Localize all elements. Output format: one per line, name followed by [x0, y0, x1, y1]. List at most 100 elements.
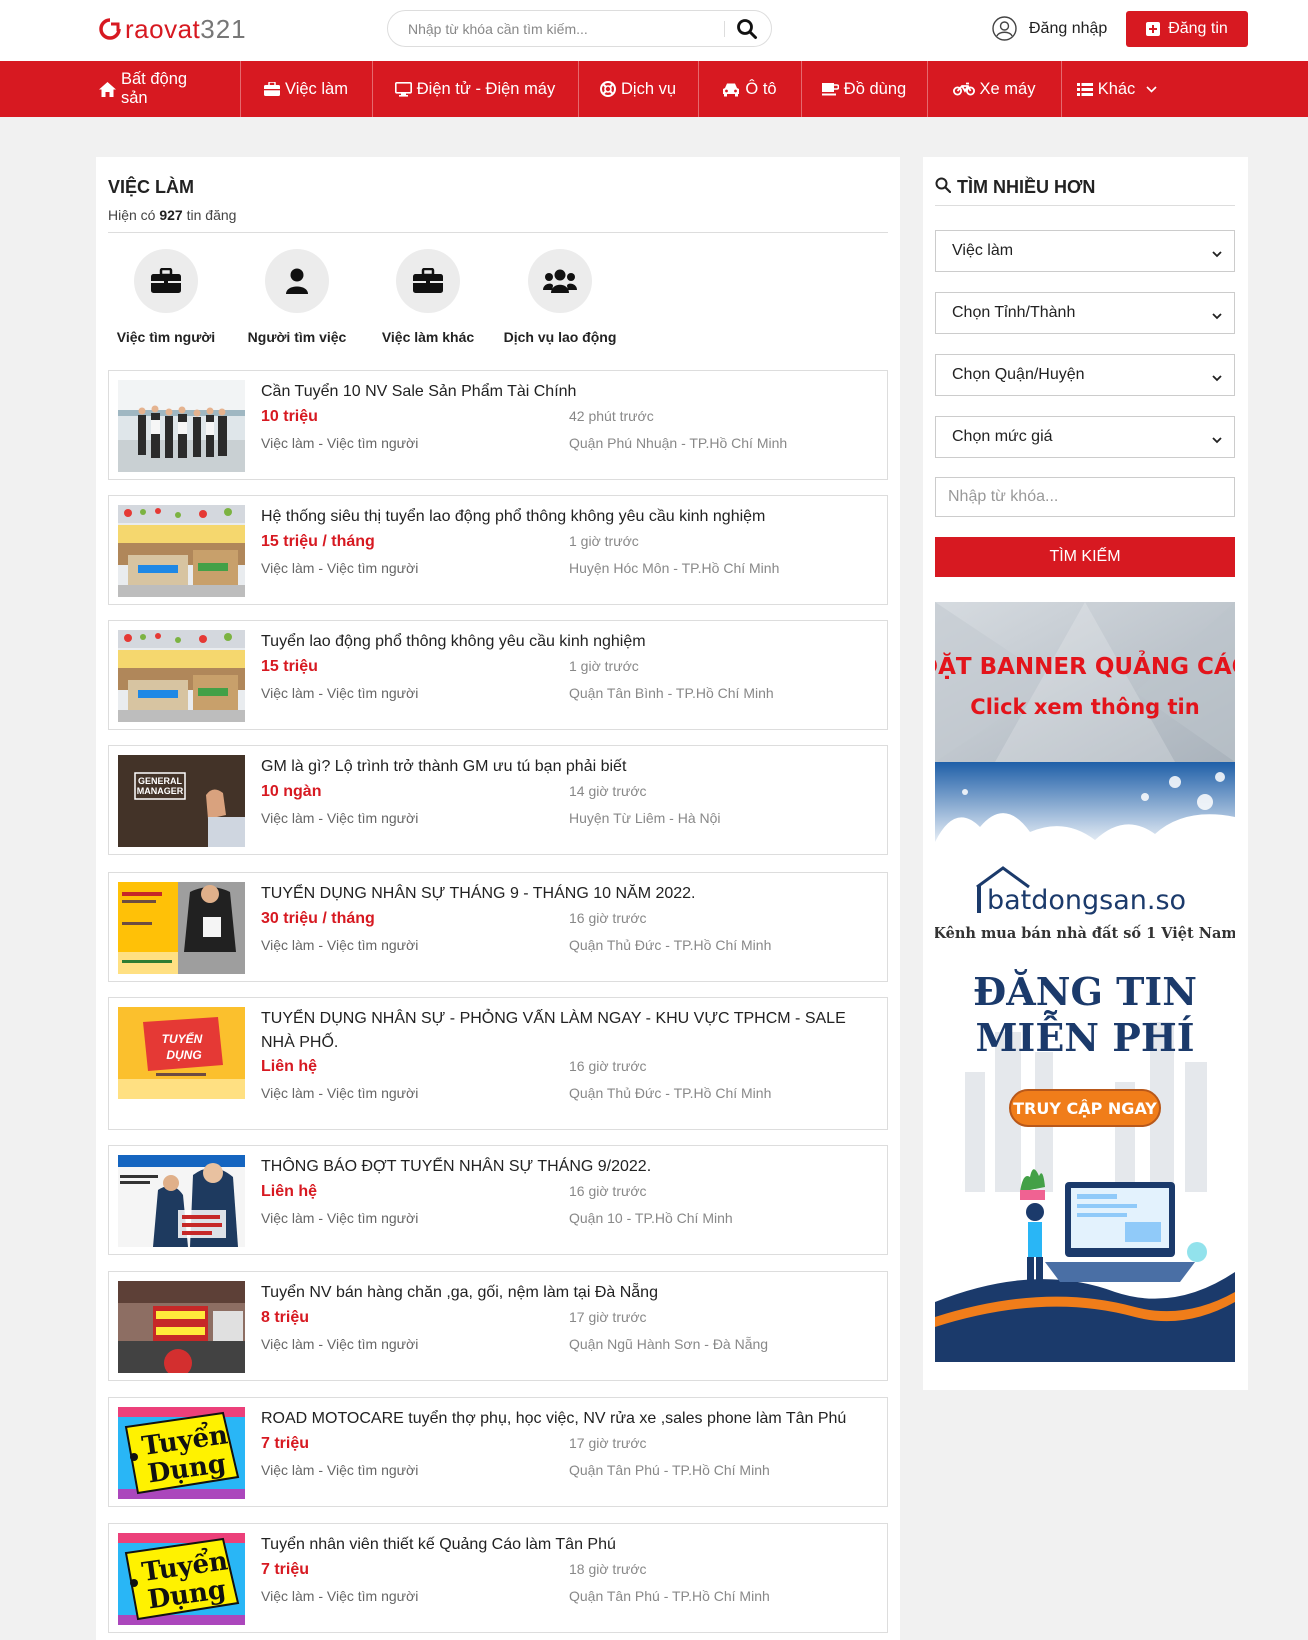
price-select[interactable]: Chọn mức giá	[935, 416, 1235, 458]
category-select[interactable]: Việc làm	[935, 230, 1235, 272]
nav-label: Đồ dùng	[843, 79, 907, 98]
listing-thumbnail[interactable]: GENERAL MANAGER	[118, 755, 245, 847]
divider	[935, 205, 1235, 206]
logo-mark-icon	[99, 18, 121, 40]
select-value: Chọn Quận/Huyện	[952, 366, 1085, 383]
category-dich-vu-lao-dong[interactable]: Dịch vụ lao động	[490, 249, 630, 345]
listing-title[interactable]: ROAD MOTOCARE tuyển thợ phụ, học việc, N…	[261, 1407, 861, 1431]
listing-card[interactable]: Tuyển Dụng Tuyển nhân viên thiết kế Quảng…	[108, 1523, 888, 1633]
thumb-text: MANAGER	[137, 786, 184, 796]
listing-thumbnail[interactable]	[118, 505, 245, 597]
count-value: 927	[159, 207, 183, 223]
nav-item-dien-tu[interactable]: Điện tử - Điện máy	[372, 61, 578, 117]
listing-location: Quận Tân Phú - TP.Hồ Chí Minh	[569, 1462, 770, 1478]
listing-title[interactable]: Tuyển nhân viên thiết kế Quảng Cáo làm T…	[261, 1533, 861, 1557]
keyword-input[interactable]	[948, 488, 1218, 506]
post-ad-label: Đăng tin	[1168, 20, 1228, 37]
listing-time: 16 giờ trước	[569, 910, 647, 926]
listing-category: Việc làm - Việc tìm người	[261, 435, 419, 451]
keyword-field	[935, 477, 1235, 517]
site-logo[interactable]: raovat321	[99, 14, 247, 44]
nav-item-o-to[interactable]: Ô tô	[698, 61, 801, 117]
sidebar-title-text: TÌM NHIỀU HƠN	[957, 177, 1096, 197]
category-viec-tim-nguoi[interactable]: Việc tìm người	[96, 249, 236, 345]
banner-brand: batdongsan.so	[987, 885, 1186, 916]
listing-card[interactable]: Tuyển Dụng ROAD MOTOCARE tuyển thợ phụ, h…	[108, 1397, 888, 1507]
nav-item-xe-may[interactable]: Xe máy	[927, 61, 1061, 117]
nav-label: Dịch vụ	[620, 79, 677, 98]
listing-title[interactable]: Hệ thống siêu thị tuyển lao động phổ thô…	[261, 505, 861, 529]
sidebar: TÌM NHIỀU HƠN Việc làm Chọn Tỉnh/Thành C…	[923, 157, 1248, 1390]
nav-label: Xe máy	[979, 79, 1036, 98]
motorbike-icon	[952, 82, 975, 96]
login-link[interactable]: Đăng nhập	[992, 16, 1107, 41]
nav-label: Bất động sản	[121, 70, 188, 107]
listing-price: 30 triệu / tháng	[261, 910, 375, 927]
province-select[interactable]: Chọn Tỉnh/Thành	[935, 292, 1235, 334]
listing-thumbnail[interactable]	[118, 380, 245, 472]
listing-title[interactable]: Tuyển lao động phổ thông không yêu cầu k…	[261, 630, 861, 654]
nav-item-khac[interactable]: Khác	[1061, 61, 1173, 117]
listing-category: Việc làm - Việc tìm người	[261, 810, 419, 826]
chevron-down-icon	[1146, 85, 1157, 93]
listing-price: Liên hệ	[261, 1183, 318, 1200]
category-nguoi-tim-viec[interactable]: Người tìm việc	[227, 249, 367, 345]
sidebar-search-button[interactable]: TÌM KIẾM	[935, 537, 1235, 577]
thumb-text: DỤNG	[166, 1048, 201, 1062]
main-panel: VIỆC LÀM Hiện có 927 tin đăng Việc tìm n…	[96, 157, 900, 1640]
listing-price: 10 ngàn	[261, 783, 322, 800]
listing-thumbnail[interactable]	[118, 1281, 245, 1373]
post-ad-button[interactable]: Đăng tin	[1126, 11, 1248, 47]
listing-card[interactable]: THÔNG BÁO ĐỢT TUYỂN NHÂN SỰ THÁNG 9/2022…	[108, 1145, 888, 1255]
category-viec-lam-khac[interactable]: Việc làm khác	[358, 249, 498, 345]
listing-time: 14 giờ trước	[569, 783, 647, 799]
nav-item-bat-dong-san[interactable]: Bất động sản	[99, 61, 217, 117]
monitor-icon	[394, 81, 412, 97]
listing-time: 1 giờ trước	[569, 533, 639, 549]
listing-time: 16 giờ trước	[569, 1058, 647, 1074]
select-value: Chọn Tỉnh/Thành	[952, 304, 1076, 321]
listing-location: Huyện Từ Liêm - Hà Nội	[569, 810, 721, 826]
listing-thumbnail[interactable]	[118, 1155, 245, 1247]
banner-line2: Click xem thông tin	[970, 695, 1199, 719]
search-icon[interactable]	[736, 18, 760, 40]
nav-item-viec-lam[interactable]: Việc làm	[240, 61, 372, 117]
district-select[interactable]: Chọn Quận/Huyện	[935, 354, 1235, 396]
search-input[interactable]	[408, 19, 718, 39]
select-value: Chọn mức giá	[952, 428, 1053, 445]
listing-thumbnail[interactable]: TUYỂN DỤNG	[118, 1007, 245, 1099]
listing-title[interactable]: Tuyển NV bán hàng chăn ,ga, gối, nệm làm…	[261, 1281, 861, 1305]
banner-cta: TRUY CẬP NGAY	[1013, 1098, 1157, 1118]
ad-banner[interactable]: ĐẶT BANNER QUẢNG CÁO Click xem thông tin…	[935, 602, 1235, 1362]
listing-card[interactable]: Tuyển NV bán hàng chăn ,ga, gối, nệm làm…	[108, 1271, 888, 1381]
listing-location: Huyện Hóc Môn - TP.Hồ Chí Minh	[569, 560, 780, 576]
nav-item-do-dung[interactable]: Đồ dùng	[801, 61, 927, 117]
listing-card[interactable]: TUYỂN DỤNG TUYỂN DỤNG NHÂN SỰ - PHỎNG VẤN…	[108, 997, 888, 1130]
thumb-text: TUYỂN	[162, 1031, 203, 1046]
listing-time: 17 giờ trước	[569, 1309, 647, 1325]
chevron-down-icon	[1212, 246, 1222, 258]
listing-card[interactable]: GENERAL MANAGER GM là gì? Lộ trình trở th…	[108, 745, 888, 855]
listing-title[interactable]: THÔNG BÁO ĐỢT TUYỂN NHÂN SỰ THÁNG 9/2022…	[261, 1155, 861, 1179]
listing-thumbnail[interactable]: Tuyển Dụng	[118, 1533, 245, 1625]
category-label: Dịch vụ lao động	[503, 329, 617, 345]
listing-card[interactable]: Hệ thống siêu thị tuyển lao động phổ thô…	[108, 495, 888, 605]
chevron-down-icon	[1212, 432, 1222, 444]
listing-thumbnail[interactable]	[118, 882, 245, 974]
listing-thumbnail[interactable]	[118, 630, 245, 722]
listing-title[interactable]: Cần Tuyển 10 NV Sale Sản Phẩm Tài Chính	[261, 380, 861, 404]
listing-card[interactable]: Tuyển lao động phổ thông không yêu cầu k…	[108, 620, 888, 730]
listing-title[interactable]: TUYỂN DỤNG NHÂN SỰ THÁNG 9 - THÁNG 10 NĂ…	[261, 882, 861, 906]
nav-item-dich-vu[interactable]: Dịch vụ	[578, 61, 698, 117]
listing-thumbnail[interactable]: Tuyển Dụng	[118, 1407, 245, 1499]
listing-price: 8 triệu	[261, 1309, 310, 1326]
listing-title[interactable]: GM là gì? Lộ trình trở thành GM ưu tú bạ…	[261, 755, 861, 779]
banner-big2: MIỄN PHÍ	[975, 1010, 1194, 1060]
category-label: Việc tìm người	[116, 329, 216, 345]
listing-category: Việc làm - Việc tìm người	[261, 1085, 419, 1101]
listing-title[interactable]: TUYỂN DỤNG NHÂN SỰ - PHỎNG VẤN LÀM NGAY …	[261, 1007, 861, 1055]
listing-location: Quận Thủ Đức - TP.Hồ Chí Minh	[569, 1085, 772, 1101]
listing-price: 7 triệu	[261, 1561, 310, 1578]
listing-card[interactable]: TUYỂN DỤNG NHÂN SỰ THÁNG 9 - THÁNG 10 NĂ…	[108, 872, 888, 982]
listing-card[interactable]: Cần Tuyển 10 NV Sale Sản Phẩm Tài Chính …	[108, 370, 888, 480]
